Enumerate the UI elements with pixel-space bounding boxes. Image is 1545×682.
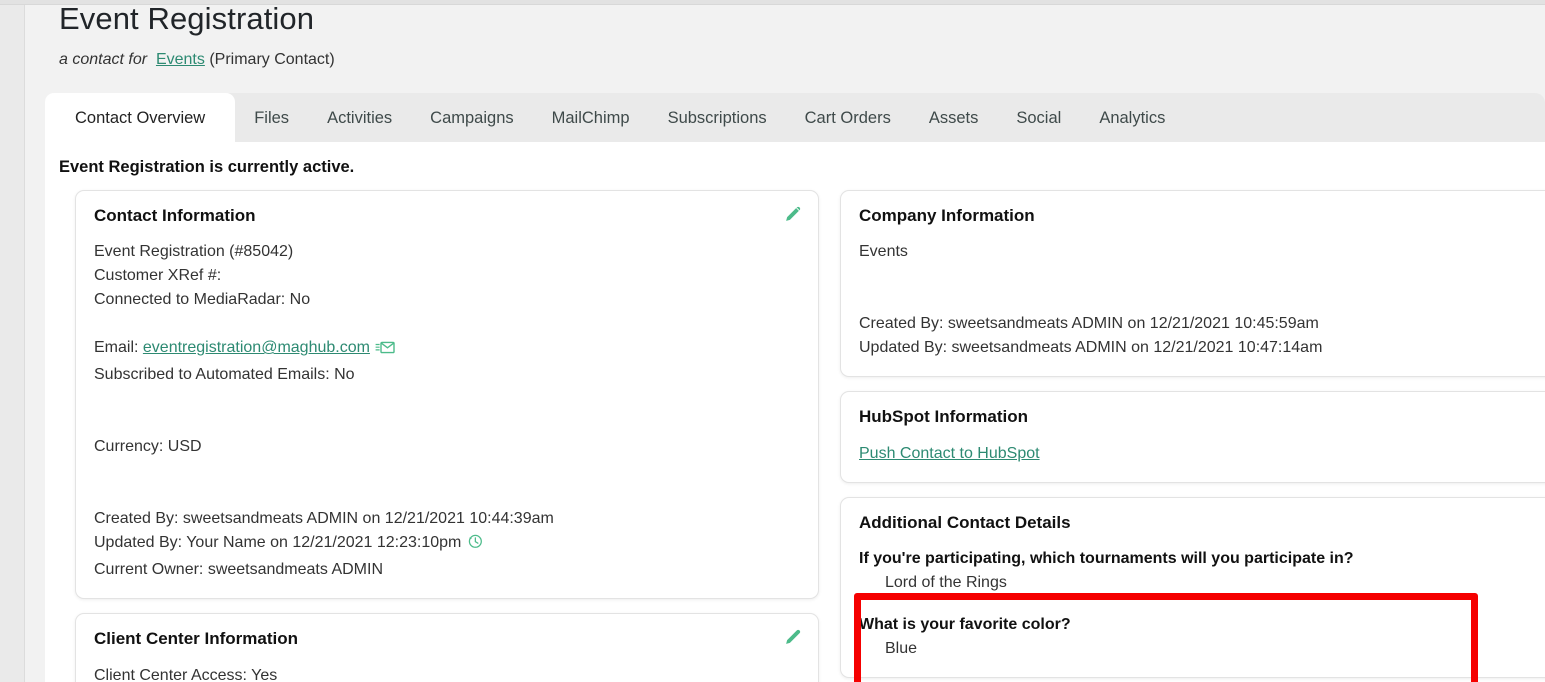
push-contact-to-hubspot-link[interactable]: Push Contact to HubSpot	[859, 445, 1040, 462]
contact-currency: Currency: USD	[94, 438, 202, 456]
contact-information-card: Contact Information Event Registration (…	[75, 190, 819, 600]
contact-updated-by-row: Updated By: Your Name on 12/21/2021 12:2…	[94, 531, 800, 558]
contact-current-owner: Current Owner: sweetsandmeats ADMIN	[94, 561, 383, 579]
contact-subscribed: Subscribed to Automated Emails: No	[94, 366, 355, 384]
company-name: Events	[859, 243, 908, 261]
page-content: Event Registration a contact for Events …	[25, 1, 1545, 682]
page-root: Event Registration a contact for Events …	[0, 0, 1545, 682]
breadcrumb-company-link[interactable]: Events	[156, 51, 205, 68]
company-information-card: Company Information Events Created By: s…	[840, 190, 1545, 378]
card-title: HubSpot Information	[859, 407, 1029, 427]
tab-analytics[interactable]: Analytics	[1080, 93, 1184, 143]
breadcrumb: a contact for Events (Primary Contact)	[59, 51, 335, 69]
breadcrumb-suffix: (Primary Contact)	[209, 51, 335, 68]
tab-mailchimp[interactable]: MailChimp	[533, 93, 649, 143]
tab-campaigns[interactable]: Campaigns	[411, 93, 532, 143]
question-label: What is your favorite color?	[859, 615, 1071, 633]
left-gutter	[0, 5, 25, 682]
company-created-by: Created By: sweetsandmeats ADMIN on 12/2…	[859, 315, 1319, 333]
tab-cart-orders[interactable]: Cart Orders	[786, 93, 910, 143]
contact-email-label: Email:	[94, 339, 139, 357]
contact-customer-xref: Customer XRef #:	[94, 267, 222, 285]
question-label: If you're participating, which tournamen…	[859, 549, 1354, 567]
client-center-information-card: Client Center Information Client Center …	[75, 613, 819, 682]
card-title: Company Information	[859, 206, 1035, 225]
tab-assets[interactable]: Assets	[910, 93, 998, 143]
tab-contact-overview[interactable]: Contact Overview	[45, 93, 236, 143]
answer-value: Lord of the Rings	[885, 573, 1007, 591]
tab-social[interactable]: Social	[997, 93, 1080, 143]
tab-files[interactable]: Files	[235, 93, 308, 143]
contact-updated-by: Updated By: Your Name on 12/21/2021 12:2…	[94, 534, 462, 552]
hubspot-push-row: Push Contact to HubSpot	[859, 442, 1545, 466]
pencil-icon[interactable]	[782, 203, 804, 225]
card-title: Client Center Information	[94, 629, 299, 649]
contact-email-link[interactable]: eventregistration@maghub.com	[143, 339, 370, 356]
contact-email-row: Email: eventregistration@maghub.com	[94, 336, 800, 363]
question-answer-block: What is your favorite color? Blue	[859, 613, 1545, 661]
envelope-icon[interactable]	[375, 339, 395, 363]
tab-subscriptions[interactable]: Subscriptions	[649, 93, 786, 143]
answer-value: Blue	[885, 639, 918, 657]
contact-created-by: Created By: sweetsandmeats ADMIN on 12/2…	[94, 510, 554, 528]
tab-activities[interactable]: Activities	[308, 93, 411, 143]
contact-mediaradar: Connected to MediaRadar: No	[94, 291, 311, 309]
card-title: Contact Information	[94, 206, 256, 225]
status-message: Event Registration is currently active.	[59, 158, 355, 176]
additional-contact-details-card: Additional Contact Details If you're par…	[840, 496, 1545, 678]
tab-panel-contact-overview: Event Registration is currently active. …	[45, 142, 1545, 682]
contact-name-id: Event Registration (#85042)	[94, 243, 294, 261]
page-title: Event Registration	[59, 1, 315, 36]
question-answer-block: If you're participating, which tournamen…	[859, 547, 1545, 595]
left-column: Contact Information Event Registration (…	[75, 190, 819, 682]
hubspot-information-card: HubSpot Information Push Contact to HubS…	[840, 391, 1545, 483]
breadcrumb-prefix: a contact for	[59, 51, 148, 68]
pencil-icon[interactable]	[782, 626, 804, 648]
tab-bar: Contact Overview Files Activities Campai…	[45, 93, 1184, 143]
clock-history-icon[interactable]	[466, 532, 484, 558]
card-title: Additional Contact Details	[859, 512, 1071, 532]
right-column: Company Information Events Created By: s…	[840, 190, 1545, 682]
company-updated-by: Updated By: sweetsandmeats ADMIN on 12/2…	[859, 339, 1323, 357]
client-center-access: Client Center Access: Yes	[94, 666, 278, 682]
